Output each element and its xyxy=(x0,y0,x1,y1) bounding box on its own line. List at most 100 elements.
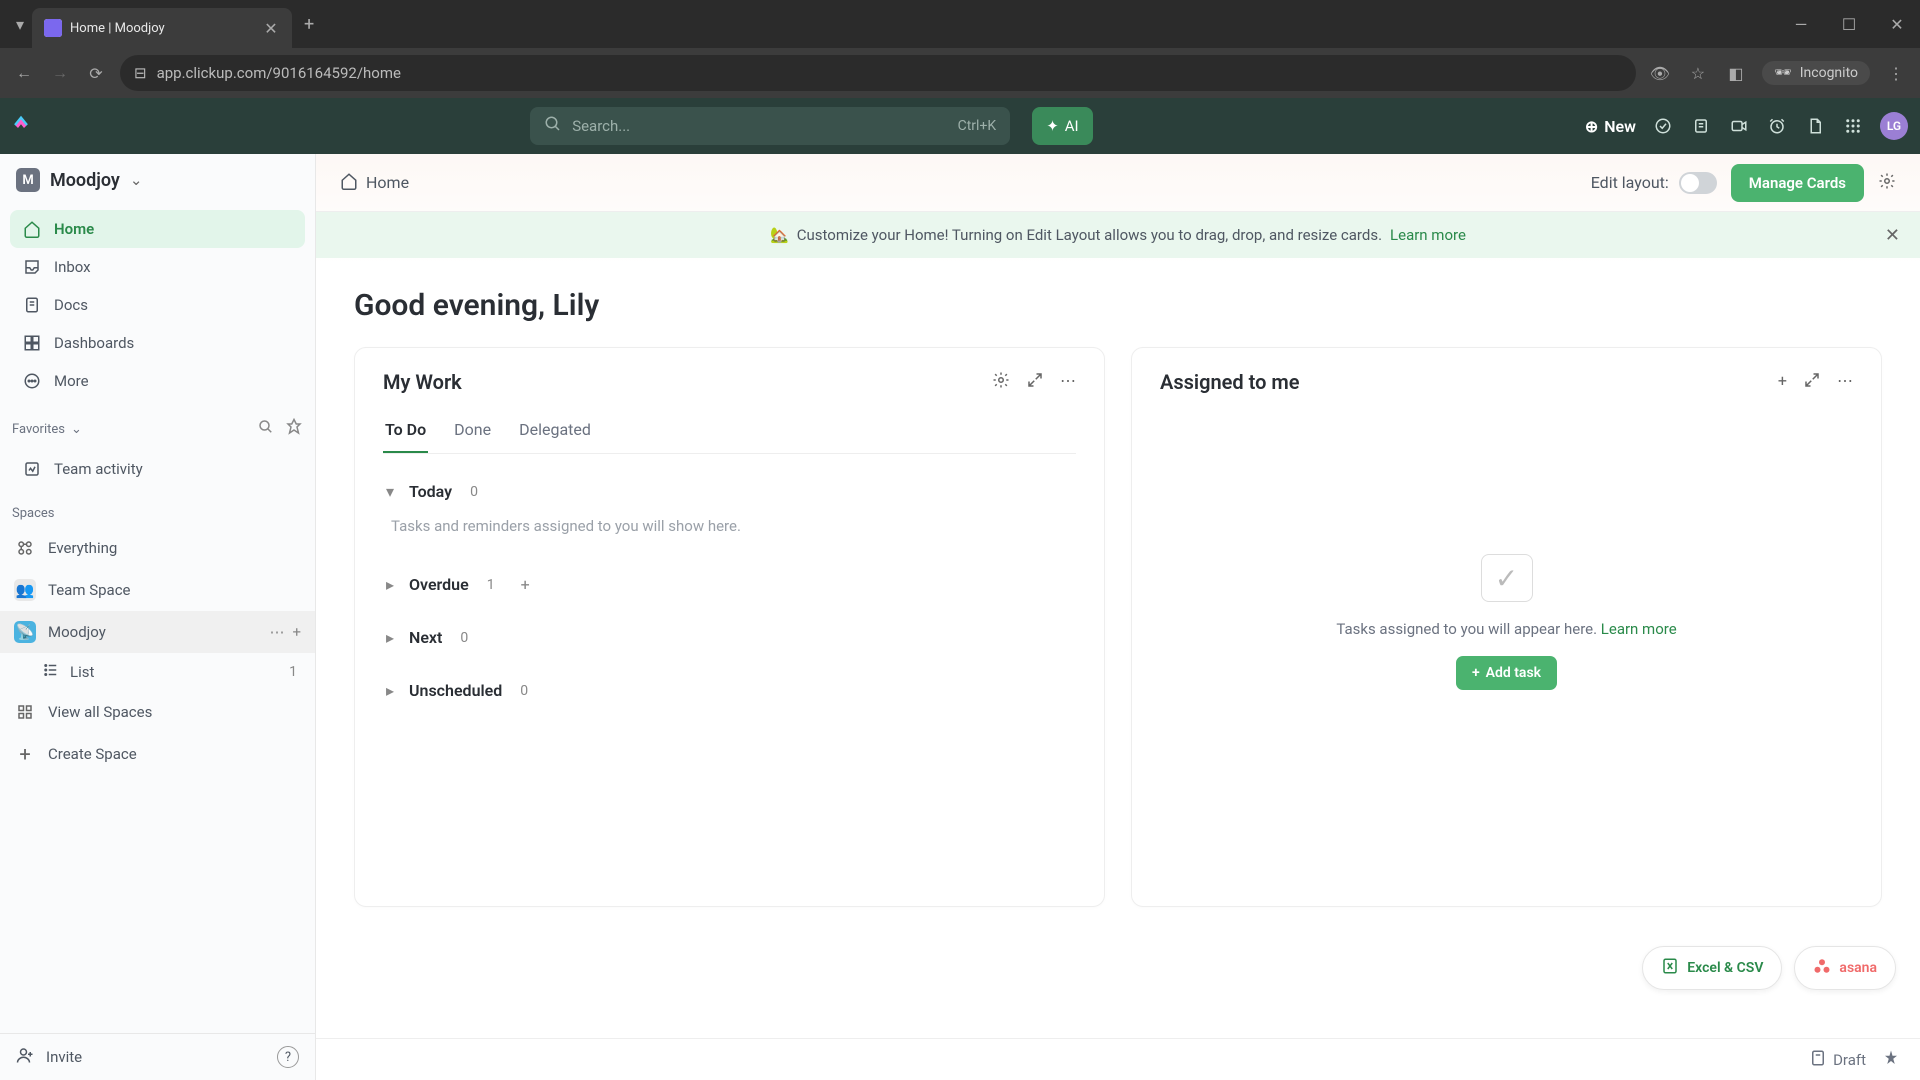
incognito-badge[interactable]: 🕶 Incognito xyxy=(1762,61,1870,85)
list-item[interactable]: List 1 xyxy=(0,653,315,691)
add-task-button[interactable]: + Add task xyxy=(1456,656,1557,690)
tab-todo[interactable]: To Do xyxy=(383,412,428,453)
nav-home[interactable]: Home xyxy=(10,210,305,248)
asana-label: asana xyxy=(1839,960,1877,976)
maximize-icon[interactable]: ☐ xyxy=(1834,15,1864,34)
search-favorites-icon[interactable] xyxy=(257,418,275,440)
nav-inbox[interactable]: Inbox xyxy=(10,248,305,286)
tab-close-icon[interactable]: ✕ xyxy=(262,19,280,37)
back-icon[interactable]: ← xyxy=(12,61,36,85)
card-more-icon[interactable]: ⋯ xyxy=(1060,371,1076,393)
search-shortcut: Ctrl+K xyxy=(958,118,997,134)
user-avatar[interactable]: LG xyxy=(1880,112,1908,140)
ai-button[interactable]: ✦ AI xyxy=(1032,107,1092,145)
group-overdue-header[interactable]: ▸ Overdue 1 + xyxy=(383,565,1076,604)
group-overdue-title: Overdue xyxy=(409,575,469,594)
nav-more-label: More xyxy=(54,372,89,390)
create-space-label: Create Space xyxy=(48,745,137,763)
site-info-icon[interactable]: ⊟ xyxy=(134,64,147,82)
space-add-icon[interactable]: + xyxy=(292,623,301,641)
space-more-icon[interactable]: ⋯ xyxy=(269,623,284,641)
notepad-icon[interactable] xyxy=(1690,115,1712,137)
import-excel-chip[interactable]: Excel & CSV xyxy=(1642,946,1782,990)
main-content: Home Edit layout: Manage Cards 🏡 Customi… xyxy=(316,154,1920,1080)
gear-icon[interactable] xyxy=(1878,172,1896,194)
space-moodjoy[interactable]: 📡 Moodjoy ⋯ + xyxy=(0,611,315,653)
group-overdue-add-icon[interactable]: + xyxy=(521,575,530,594)
minimize-icon[interactable]: — xyxy=(1786,15,1816,34)
inbox-icon xyxy=(22,258,42,276)
workspace-icon: M xyxy=(16,168,40,192)
breadcrumb[interactable]: Home xyxy=(340,172,409,194)
tracking-icon[interactable]: 👁 xyxy=(1648,61,1672,85)
favorites-section[interactable]: Favorites ⌄ xyxy=(0,404,315,446)
url-bar[interactable]: ⊟ app.clickup.com/9016164592/home xyxy=(120,55,1636,91)
banner-close-icon[interactable]: ✕ xyxy=(1885,225,1900,246)
workspace-switcher[interactable]: M Moodjoy ⌄ xyxy=(0,154,315,206)
group-next-header[interactable]: ▸ Next 0 xyxy=(383,618,1076,657)
spaces-section-label: Spaces xyxy=(0,492,315,527)
tab-delegated[interactable]: Delegated xyxy=(517,412,593,453)
browser-menu-icon[interactable]: ⋮ xyxy=(1884,61,1908,85)
tab-done[interactable]: Done xyxy=(452,412,493,453)
forward-icon[interactable]: → xyxy=(48,61,72,85)
chevron-down-icon: ⌄ xyxy=(130,171,143,189)
card-settings-icon[interactable] xyxy=(992,371,1010,393)
close-window-icon[interactable]: ✕ xyxy=(1882,15,1912,34)
draft-button[interactable]: Draft xyxy=(1809,1049,1866,1071)
home-icon xyxy=(340,172,358,194)
nav-home-label: Home xyxy=(54,220,94,238)
group-unscheduled-header[interactable]: ▸ Unscheduled 0 xyxy=(383,671,1076,710)
pin-icon[interactable] xyxy=(285,418,303,440)
card-expand-icon[interactable] xyxy=(1026,371,1044,393)
space-team-space[interactable]: 👥 Team Space xyxy=(0,569,315,611)
edit-layout-toggle[interactable] xyxy=(1679,172,1717,194)
clickup-logo-icon[interactable] xyxy=(12,113,38,139)
banner-learn-more-link[interactable]: Learn more xyxy=(1390,226,1466,244)
invite-label[interactable]: Invite xyxy=(46,1048,82,1066)
pin-footer-icon[interactable] xyxy=(1882,1049,1900,1071)
manage-cards-button[interactable]: Manage Cards xyxy=(1731,164,1864,202)
plus-icon: + xyxy=(14,743,36,765)
grid-icon xyxy=(14,701,36,723)
check-circle-icon[interactable] xyxy=(1652,115,1674,137)
group-today-count: 0 xyxy=(470,484,478,500)
reload-icon[interactable]: ⟳ xyxy=(84,61,108,85)
help-icon[interactable]: ? xyxy=(277,1046,299,1068)
browser-tab[interactable]: Home | Moodjoy ✕ xyxy=(32,8,292,48)
list-label: List xyxy=(70,663,94,681)
card-more-icon[interactable]: ⋯ xyxy=(1837,371,1853,393)
card-add-icon[interactable]: + xyxy=(1778,371,1787,393)
assigned-card: Assigned to me + ⋯ ✓ Tasks assigned to y… xyxy=(1131,347,1882,907)
new-tab-button[interactable]: + xyxy=(304,14,314,35)
my-work-title: My Work xyxy=(383,370,462,394)
nav-docs[interactable]: Docs xyxy=(10,286,305,324)
nav-team-activity[interactable]: Team activity xyxy=(10,450,305,488)
list-icon xyxy=(42,661,60,683)
import-asana-chip[interactable]: asana xyxy=(1794,946,1896,990)
create-space[interactable]: + Create Space xyxy=(0,733,315,775)
nav-more[interactable]: More xyxy=(10,362,305,400)
group-next: ▸ Next 0 xyxy=(383,618,1076,657)
bookmark-star-icon[interactable]: ☆ xyxy=(1686,61,1710,85)
nav-dashboards[interactable]: Dashboards xyxy=(10,324,305,362)
apps-grid-icon[interactable] xyxy=(1842,115,1864,137)
tab-list-dropdown[interactable]: ▾ xyxy=(8,12,32,36)
more-circle-icon xyxy=(22,372,42,390)
team-space-icon: 👥 xyxy=(14,579,36,601)
group-today-header[interactable]: ▾ Today 0 xyxy=(383,472,1076,511)
draft-icon xyxy=(1809,1049,1827,1071)
card-expand-icon[interactable] xyxy=(1803,371,1821,393)
search-bar[interactable]: Search... Ctrl+K xyxy=(530,107,1010,145)
reminder-clock-icon[interactable] xyxy=(1766,115,1788,137)
view-all-spaces[interactable]: View all Spaces xyxy=(0,691,315,733)
space-everything[interactable]: Everything xyxy=(0,527,315,569)
browser-nav-bar: ← → ⟳ ⊟ app.clickup.com/9016164592/home … xyxy=(0,48,1920,98)
tab-title: Home | Moodjoy xyxy=(70,21,254,36)
ai-label: AI xyxy=(1065,117,1079,135)
side-panel-icon[interactable]: ◧ xyxy=(1724,61,1748,85)
new-button[interactable]: ⊕ New xyxy=(1585,117,1636,136)
assigned-learn-more-link[interactable]: Learn more xyxy=(1601,620,1677,638)
doc-icon[interactable] xyxy=(1804,115,1826,137)
record-clip-icon[interactable] xyxy=(1728,115,1750,137)
